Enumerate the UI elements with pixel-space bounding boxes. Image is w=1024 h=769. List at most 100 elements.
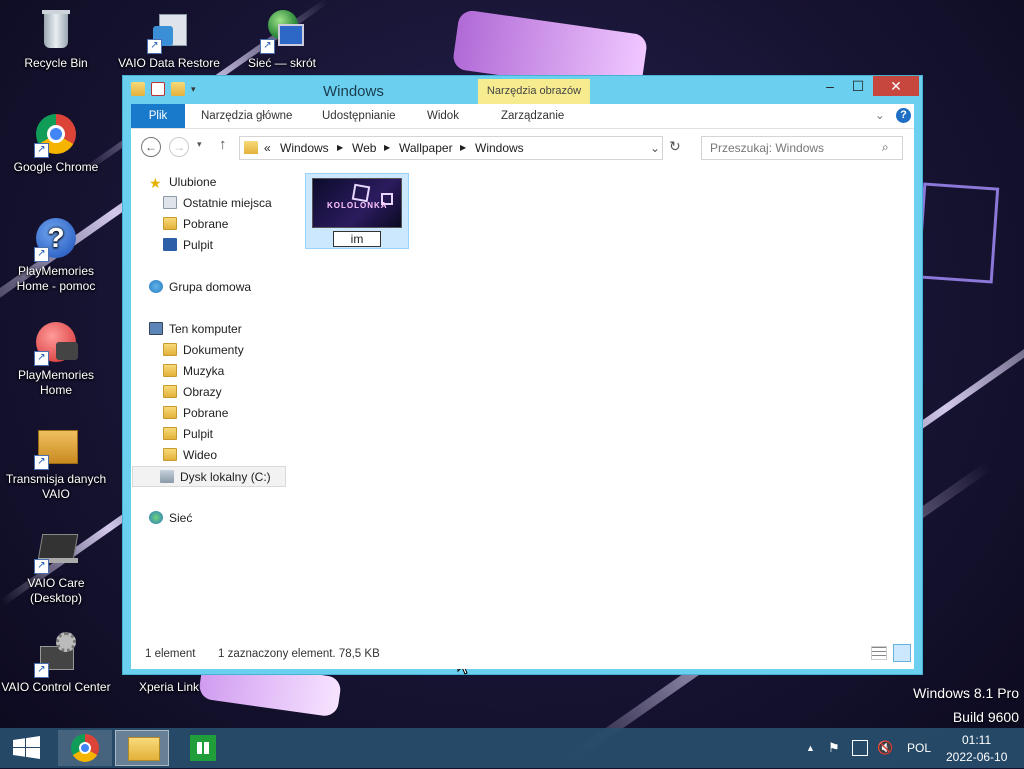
nav-item-downloads[interactable]: Pobrane xyxy=(163,403,228,424)
nav-item-label: Ostatnie miejsca xyxy=(183,196,272,210)
taskbar-file-explorer-button[interactable] xyxy=(115,730,169,766)
homegroup-icon xyxy=(149,280,163,293)
breadcrumb-web[interactable]: Web xyxy=(352,141,376,155)
show-hidden-icons-button[interactable]: ▲ xyxy=(806,728,815,768)
volume-muted-icon[interactable]: 🔇 xyxy=(877,728,893,768)
windows-build-watermark: Build 9600 xyxy=(952,709,1019,725)
recent-locations-chevron-icon[interactable]: ▾ xyxy=(197,139,202,150)
breadcrumb-windows-root[interactable]: Windows xyxy=(280,141,329,155)
desktop-icon-vaio-care[interactable]: ↗ VAIO Care (Desktop) xyxy=(1,528,111,606)
desktop-icon-network-shortcut[interactable]: ↗ Sieć — skrót xyxy=(227,8,337,71)
nav-item-label: Pulpit xyxy=(183,238,214,252)
nav-item-downloads-fav[interactable]: Pobrane xyxy=(163,214,228,235)
nav-item-music[interactable]: Muzyka xyxy=(163,361,224,382)
large-icons-view-icon[interactable] xyxy=(893,644,911,662)
taskbar-chrome-button[interactable] xyxy=(58,730,112,766)
picture-tools-context-tab: Narzędzia obrazów xyxy=(478,79,590,104)
action-center-flag-icon[interactable]: ⚑ xyxy=(828,728,840,768)
tab-view[interactable]: Widok xyxy=(427,104,459,128)
music-folder-icon xyxy=(163,364,177,377)
nav-item-desktop-fav[interactable]: Pulpit xyxy=(163,235,213,256)
details-view-icon[interactable] xyxy=(871,646,887,660)
start-button[interactable] xyxy=(0,730,54,766)
desktop-icon-playmemories-help[interactable]: ? ↗ PlayMemories Home - pomoc xyxy=(1,216,111,294)
nav-item-label: Muzyka xyxy=(183,364,225,378)
nav-item-label: Pulpit xyxy=(183,427,214,441)
nav-item-network[interactable]: Sieć xyxy=(149,508,192,529)
nav-item-desktop[interactable]: Pulpit xyxy=(163,424,213,445)
tab-manage[interactable]: Zarządzanie xyxy=(501,104,564,128)
search-input[interactable]: Przeszukaj: Windows xyxy=(710,141,824,155)
close-button[interactable]: ✕ xyxy=(873,76,919,96)
folder-icon[interactable] xyxy=(131,82,145,96)
search-box[interactable]: Przeszukaj: Windows ⌕ xyxy=(701,136,903,160)
desktop-icon-label: VAIO Data Restore xyxy=(118,56,220,70)
desktop-icon-google-chrome[interactable]: ↗ Google Chrome xyxy=(1,112,111,175)
refresh-icon[interactable]: ↻ xyxy=(669,138,681,155)
clock-time[interactable]: 01:11 xyxy=(962,733,991,749)
breadcrumb-separator-icon: ▶ xyxy=(337,143,344,152)
address-bar[interactable]: « Windows ▶ Web ▶ Wallpaper ▶ Windows ⌄ xyxy=(239,136,663,160)
taskbar-store-button[interactable] xyxy=(175,730,229,766)
search-icon[interactable]: ⌕ xyxy=(882,140,889,155)
breadcrumb-windows[interactable]: Windows xyxy=(475,141,524,155)
properties-icon[interactable] xyxy=(151,82,165,96)
desktop-icon-playmemories-home[interactable]: ↗ PlayMemories Home xyxy=(1,320,111,398)
nav-item-pictures[interactable]: Obrazy xyxy=(163,382,222,403)
nav-item-label: Pobrane xyxy=(183,406,229,420)
breadcrumb-separator-icon: ▶ xyxy=(460,143,467,152)
window-title-bar[interactable]: ▾ Windows Narzędzia obrazów – ☐ ✕ xyxy=(123,76,922,104)
tab-file[interactable]: Plik xyxy=(131,104,185,128)
file-item[interactable]: KOLOLONKA im xyxy=(305,173,409,249)
explorer-window[interactable]: ▾ Windows Narzędzia obrazów – ☐ ✕ Plik N… xyxy=(122,75,923,675)
expand-ribbon-chevron-icon[interactable]: ⌄ xyxy=(875,104,885,128)
taskbar: ▲ ⚑ 🔇 POL 01:11 2022-06-10 xyxy=(0,728,1024,768)
forward-button[interactable]: → xyxy=(169,137,189,157)
shortcut-arrow-icon: ↗ xyxy=(34,247,49,262)
navigation-bar: ← → ▾ ↑ « Windows ▶ Web ▶ Wallpaper ▶ Wi… xyxy=(131,129,914,165)
minimize-button[interactable]: – xyxy=(816,76,844,96)
nav-item-label: Sieć xyxy=(169,511,193,525)
recycle-bin-icon xyxy=(34,8,78,52)
new-folder-icon[interactable] xyxy=(171,82,185,96)
breadcrumb-overflow[interactable]: « xyxy=(264,141,271,155)
input-language[interactable]: POL xyxy=(907,728,931,768)
desktop-icon-vaio-transfer[interactable]: ↗ Transmisja danych VAIO xyxy=(1,424,111,502)
nav-item-recent-places[interactable]: Ostatnie miejsca xyxy=(163,193,272,214)
desktop-folder-icon xyxy=(163,427,177,440)
shortcut-arrow-icon: ↗ xyxy=(34,559,49,574)
up-arrow-icon[interactable]: ↑ xyxy=(219,136,227,153)
breadcrumb-wallpaper[interactable]: Wallpaper xyxy=(399,141,453,155)
nav-item-videos[interactable]: Wideo xyxy=(163,445,217,466)
maximize-button[interactable]: ☐ xyxy=(844,76,872,96)
drive-icon xyxy=(160,470,174,483)
desktop-icon-recycle-bin[interactable]: Recycle Bin xyxy=(1,8,111,71)
clock-date[interactable]: 2022-06-10 xyxy=(946,750,1007,766)
desktop-icon-label: Xperia Link xyxy=(138,680,200,694)
windows-logo-icon xyxy=(13,736,40,759)
nav-item-favorites[interactable]: ★ Ulubione xyxy=(149,172,216,193)
file-name-edit[interactable]: im xyxy=(333,231,381,247)
network-status-icon[interactable] xyxy=(852,740,868,756)
help-icon: ? ↗ xyxy=(34,216,78,262)
desktop-icon-label: PlayMemories Home - pomoc xyxy=(16,264,96,293)
nav-item-homegroup[interactable]: Grupa domowa xyxy=(149,277,251,298)
shortcut-arrow-icon: ↗ xyxy=(34,455,49,470)
help-icon[interactable]: ? xyxy=(896,108,911,123)
address-dropdown-chevron-icon[interactable]: ⌄ xyxy=(650,141,660,155)
computer-icon xyxy=(149,322,163,335)
ribbon-tabs: Plik Narzędzia główne Udostępnianie Wido… xyxy=(131,104,914,129)
nav-item-documents[interactable]: Dokumenty xyxy=(163,340,244,361)
tab-home[interactable]: Narzędzia główne xyxy=(201,104,292,128)
nav-item-this-pc[interactable]: Ten komputer xyxy=(149,319,242,340)
desktop-icon-vaio-data-restore[interactable]: ↗ VAIO Data Restore xyxy=(114,8,224,71)
desktop-icon-label: Recycle Bin xyxy=(24,56,88,70)
navigation-pane: ★ Ulubione Ostatnie miejsca Pobrane Pulpi… xyxy=(131,165,291,639)
thumbnail-text: KOLOLONKA xyxy=(327,201,388,210)
nav-item-local-disk[interactable]: Dysk lokalny (C:) xyxy=(132,466,286,487)
back-button[interactable]: ← xyxy=(141,137,161,157)
desktop-icon-vaio-control-center[interactable]: ↗ VAIO Control Center xyxy=(1,632,111,695)
customize-toolbar-chevron-icon[interactable]: ▾ xyxy=(191,82,201,96)
tab-share[interactable]: Udostępnianie xyxy=(322,104,396,128)
status-bar: 1 element 1 zaznaczony element. 78,5 KB xyxy=(131,639,914,669)
